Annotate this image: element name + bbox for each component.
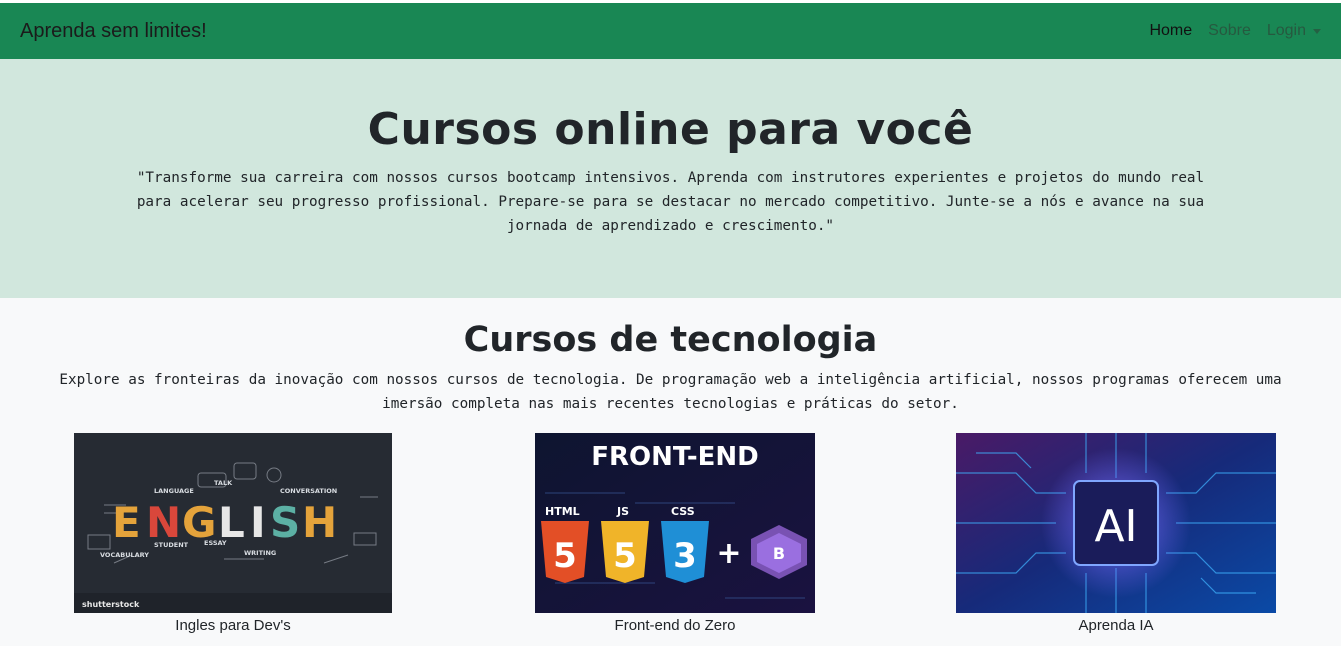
navbar-brand[interactable]: Aprenda sem limites! (20, 20, 207, 43)
section-title: Cursos de tecnologia (463, 320, 878, 360)
course-card-english[interactable]: LANGUAGE TALK CONVERSATION VOCABULARY ST… (74, 433, 392, 634)
nav-link-sobre[interactable]: Sobre (1208, 22, 1251, 40)
bootstrap-badge-text: B (773, 544, 785, 563)
ai-course-image[interactable]: AI (956, 433, 1276, 613)
hero-section: Cursos online para você "Transforme sua … (0, 59, 1341, 298)
course-caption-frontend[interactable]: Front-end do Zero (535, 617, 815, 634)
english-letter-4: I (250, 498, 266, 547)
course-card-ai[interactable]: AI Aprenda IA (956, 433, 1276, 634)
nav-link-home[interactable]: Home (1149, 22, 1192, 40)
courses-section: Cursos de tecnologia Explore as fronteir… (0, 298, 1341, 416)
course-caption-english[interactable]: Ingles para Dev's (74, 617, 392, 634)
shutterstock-watermark: shutterstock (82, 600, 140, 609)
english-letter-5: S (270, 498, 300, 547)
label-js: JS (616, 505, 629, 518)
nav-dropdown-login[interactable]: Login (1267, 22, 1321, 40)
frontend-course-image[interactable]: FRONT-END HTML JS CSS 5 5 3 + B (535, 433, 815, 613)
html5-badge-text: 5 (553, 536, 577, 576)
ai-chip-text: AI (1094, 501, 1137, 552)
label-html: HTML (545, 505, 580, 518)
nav-dropdown-login-label: Login (1266, 22, 1306, 39)
english-word-2: CONVERSATION (280, 487, 337, 495)
english-letter-2: G (182, 498, 216, 547)
hero-text: "Transforme sua carreira com nossos curs… (136, 170, 1205, 234)
course-card-frontend[interactable]: FRONT-END HTML JS CSS 5 5 3 + B Front-en… (535, 433, 815, 634)
english-letter-0: E (112, 498, 141, 547)
english-letter-6: H (302, 498, 337, 547)
navbar: Aprenda sem limites! Home Sobre Login (0, 3, 1341, 59)
js-badge-text: 5 (613, 536, 637, 576)
english-letter-3: L (218, 498, 245, 547)
nav-links: Home Sobre Login (1149, 22, 1321, 40)
english-letter-1: N (146, 498, 181, 547)
english-word-3: VOCABULARY (100, 551, 149, 559)
english-course-image[interactable]: LANGUAGE TALK CONVERSATION VOCABULARY ST… (74, 433, 392, 613)
plus-sign: + (716, 536, 741, 571)
english-word-0: LANGUAGE (154, 487, 194, 495)
label-css: CSS (671, 505, 695, 518)
css3-badge-text: 3 (673, 536, 697, 576)
chevron-down-icon (1313, 28, 1321, 34)
english-word-1: TALK (214, 479, 233, 487)
english-word-6: WRITING (244, 549, 276, 557)
hero-title: Cursos online para você (367, 104, 974, 155)
course-caption-ai[interactable]: Aprenda IA (956, 617, 1276, 634)
frontend-title: FRONT-END (591, 442, 758, 472)
section-text: Explore as fronteiras da inovação com no… (59, 372, 1282, 412)
